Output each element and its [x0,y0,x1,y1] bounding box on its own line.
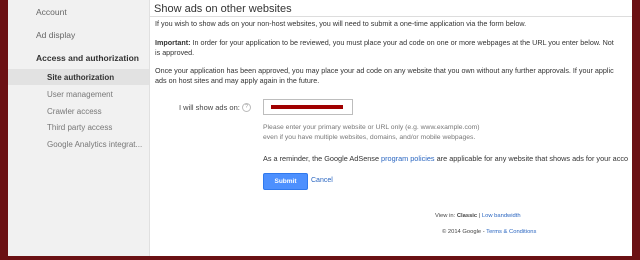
sidebar-group-access-authorization[interactable]: Access and authorization [36,53,139,63]
important-text-continued: is approved. [155,48,195,57]
view-mode-footer: View in: Classic | Low bandwidth [435,213,521,219]
title-divider [150,16,632,17]
view-in-label: View in: [435,213,456,219]
reminder-text-end: are applicable for any website that show… [434,154,629,163]
adsense-window: Account Ad display Access and authorizat… [8,0,632,256]
important-paragraph: Important: In order for your application… [155,38,632,48]
approval-text-continued: ads on host sites and may apply again in… [155,76,320,85]
website-input[interactable] [263,99,353,115]
cancel-link[interactable]: Cancel [311,177,333,184]
website-input-redacted-value [271,105,343,109]
sidebar-item-crawler-access[interactable]: Crawler access [47,107,102,116]
reminder-text: As a reminder, the Google AdSense [263,154,382,163]
main-content: Show ads on other websites If you wish t… [150,0,632,256]
sidebar-item-third-party-access[interactable]: Third party access [47,123,112,132]
website-hint-line2: even if you have multiple websites, doma… [263,134,476,141]
view-classic: Classic [456,213,478,219]
policy-reminder: As a reminder, the Google AdSense progra… [263,154,628,163]
copyright-footer: © 2014 Google - Terms & Conditions [442,229,536,235]
page-title: Show ads on other websites [154,3,292,15]
intro-text: If you wish to show ads on your non-host… [155,19,527,28]
help-icon[interactable]: ? [242,103,251,112]
copyright-text: © 2014 Google [442,229,482,235]
site-field-label: I will show ads on: [179,103,240,112]
footer-separator: | [478,213,481,219]
sidebar-item-account[interactable]: Account [36,7,67,17]
footer-dash: - [482,229,485,235]
sidebar: Account Ad display Access and authorizat… [8,0,150,256]
sidebar-item-user-management[interactable]: User management [47,90,113,99]
program-policies-link[interactable]: program policies [381,154,435,163]
important-text: In order for your application to be revi… [192,38,614,47]
terms-link[interactable]: Terms & Conditions [486,229,536,235]
sidebar-item-google-analytics[interactable]: Google Analytics integrat... [47,140,142,149]
important-label: Important: [155,38,191,47]
sidebar-item-ad-display[interactable]: Ad display [36,30,75,40]
low-bandwidth-link[interactable]: Low bandwidth [482,213,521,219]
approval-text: Once your application has been approved,… [155,66,614,75]
website-hint-line1: Please enter your primary website or URL… [263,124,480,131]
sidebar-item-site-authorization[interactable]: Site authorization [47,73,114,82]
submit-button[interactable]: Submit [263,173,308,190]
